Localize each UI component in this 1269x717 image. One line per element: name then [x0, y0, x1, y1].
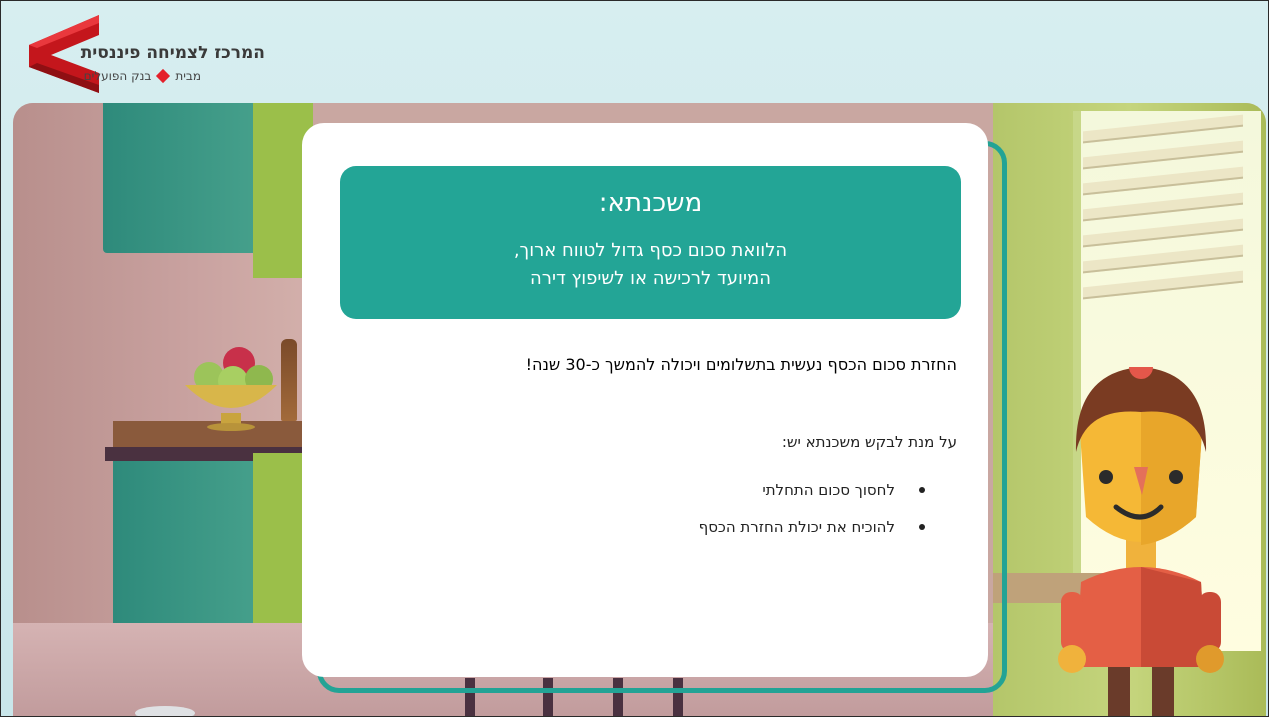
bullet-icon	[919, 523, 925, 530]
pet-bowl-icon	[135, 706, 195, 716]
list-item: לחסוך סכום התחלתי	[301, 471, 957, 508]
diamond-icon	[156, 68, 171, 84]
boy-character-icon	[1058, 367, 1224, 716]
definition-line-2: המיועד לרכישה או לשיפוץ דירה	[530, 268, 771, 289]
requirement-text: לחסוך סכום התחלתי	[762, 480, 895, 499]
logo-subtitle-from: מבית	[175, 69, 201, 83]
logo-title: המרכז לצמיחה פיננסית	[80, 43, 265, 63]
list-item: להוכיח את יכולת החזרת הכסף	[301, 508, 957, 545]
logo-subtitle: מבית בנק הפועלים	[83, 68, 201, 84]
pepper-mill	[281, 339, 297, 421]
bullet-icon	[919, 486, 925, 493]
fruit-bowl-icon	[185, 347, 277, 431]
slide-frame: המרכז לצמיחה פיננסית מבית בנק הפועלים מש…	[0, 0, 1269, 717]
definition-box: משכנתא: הלוואת סכום כסף גדול לטווח ארוך,…	[340, 166, 961, 319]
requirement-text: להוכיח את יכולת החזרת הכסף	[698, 517, 895, 536]
logo: המרכז לצמיחה פיננסית מבית בנק הפועלים	[25, 15, 265, 95]
repayment-statement: החזרת סכום הכסף נעשית בתשלומים ויכולה לה…	[525, 355, 957, 374]
definition-line-1: הלוואת סכום כסף גדול לטווח ארוך,	[513, 240, 788, 261]
logo-subtitle-bank: בנק הפועלים	[83, 69, 152, 83]
requirements-intro: על מנת לבקש משכנתא יש:	[781, 433, 957, 451]
requirements-list: לחסוך סכום התחלתי להוכיח את יכולת החזרת …	[301, 471, 957, 545]
definition-title: משכנתא:	[598, 188, 703, 218]
